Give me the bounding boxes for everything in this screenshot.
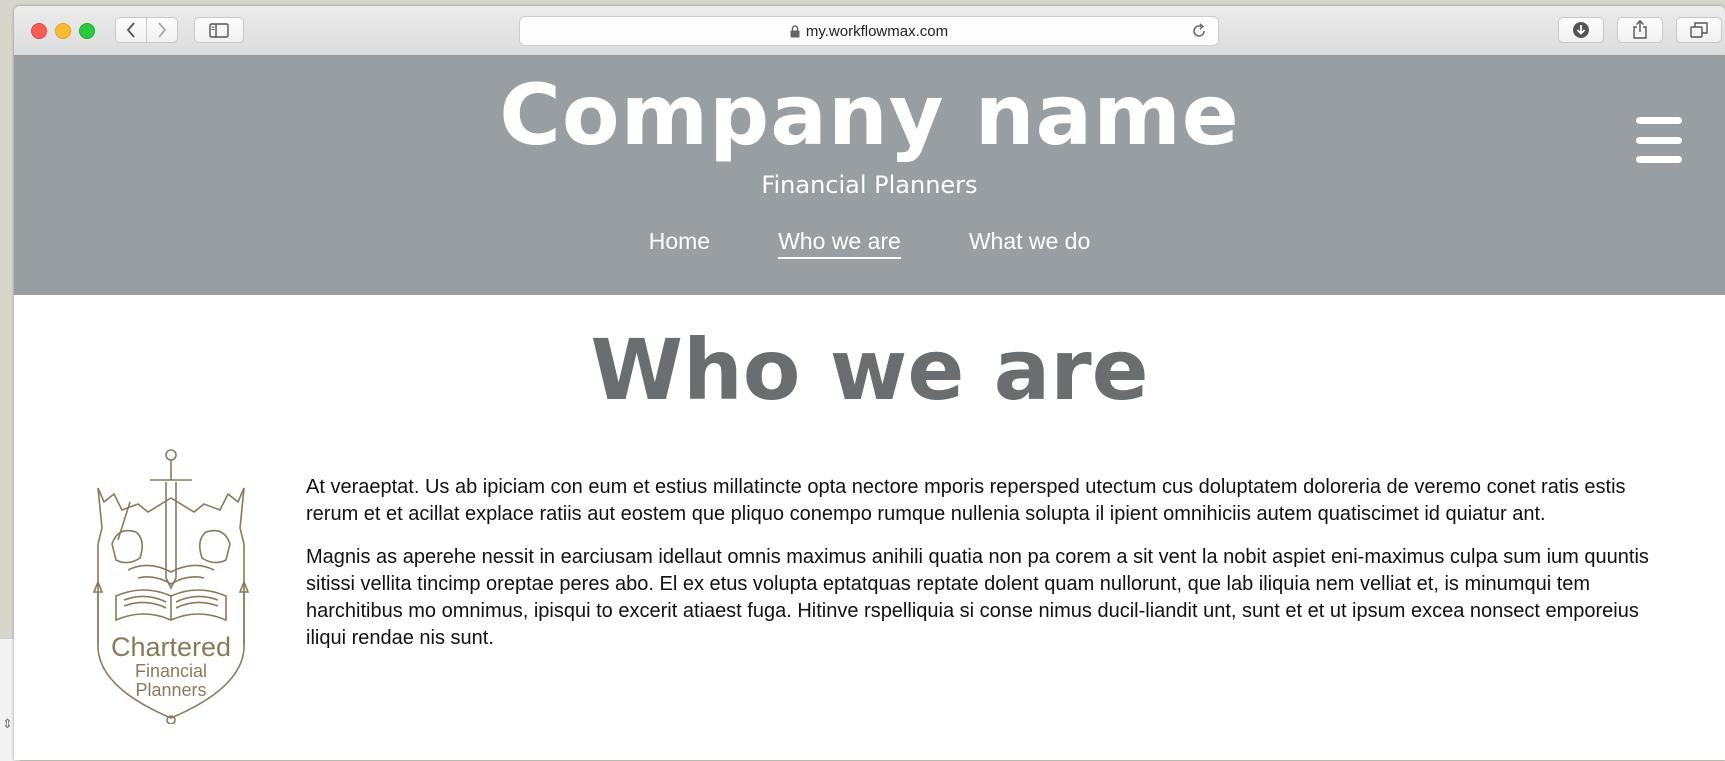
crest-line-2: Financial <box>135 661 207 681</box>
sidebar-toggle-button[interactable] <box>194 17 244 43</box>
chevron-left-icon <box>126 22 135 38</box>
zoom-window-button[interactable] <box>79 23 95 39</box>
forward-button[interactable] <box>146 17 178 43</box>
close-window-button[interactable] <box>31 23 47 39</box>
url-text: my.workflowmax.com <box>805 22 949 40</box>
tagline: Financial Planners <box>761 171 978 199</box>
nav-what-we-do[interactable]: What we do <box>969 228 1090 259</box>
about-text: At veraeptat. Us ab ipiciam con eum et e… <box>306 474 1681 668</box>
crest-line-1: Chartered <box>111 632 231 662</box>
reload-icon[interactable] <box>1190 22 1208 40</box>
paragraph: Magnis as aperehe nessit in earciusam id… <box>306 546 1649 649</box>
sidebar-icon <box>209 22 229 38</box>
nav-who-we-are[interactable]: Who we are <box>778 228 901 259</box>
company-name: Company name <box>499 66 1240 164</box>
browser-window: my.workflowmax.com Company name Financia… <box>14 6 1725 760</box>
crest-line-3: Planners <box>135 680 206 700</box>
main-nav: Home Who we are What we do <box>14 228 1725 259</box>
browser-toolbar: my.workflowmax.com <box>14 6 1725 56</box>
hamburger-menu-icon[interactable] <box>1636 117 1682 163</box>
back-button[interactable] <box>115 17 147 43</box>
share-icon <box>1633 20 1647 39</box>
paragraph: At veraeptat. Us ab ipiciam con eum et e… <box>306 476 1626 525</box>
nav-home[interactable]: Home <box>649 228 710 259</box>
share-button[interactable] <box>1617 17 1663 43</box>
minimize-window-button[interactable] <box>55 23 71 39</box>
chevron-right-icon <box>158 22 167 38</box>
tab-overview-button[interactable] <box>1676 17 1722 43</box>
page-title: Who we are <box>590 321 1149 419</box>
chartered-financial-planners-logo: Chartered Financial Planners <box>92 449 250 724</box>
site-header: Company name Financial Planners Home Who… <box>14 55 1725 295</box>
download-icon <box>1573 22 1589 38</box>
downloads-button[interactable] <box>1558 17 1604 43</box>
tabs-icon <box>1690 22 1708 38</box>
address-bar[interactable]: my.workflowmax.com <box>519 16 1219 46</box>
lock-icon <box>790 24 800 37</box>
resize-handle-icon: ⇕ <box>2 717 13 732</box>
